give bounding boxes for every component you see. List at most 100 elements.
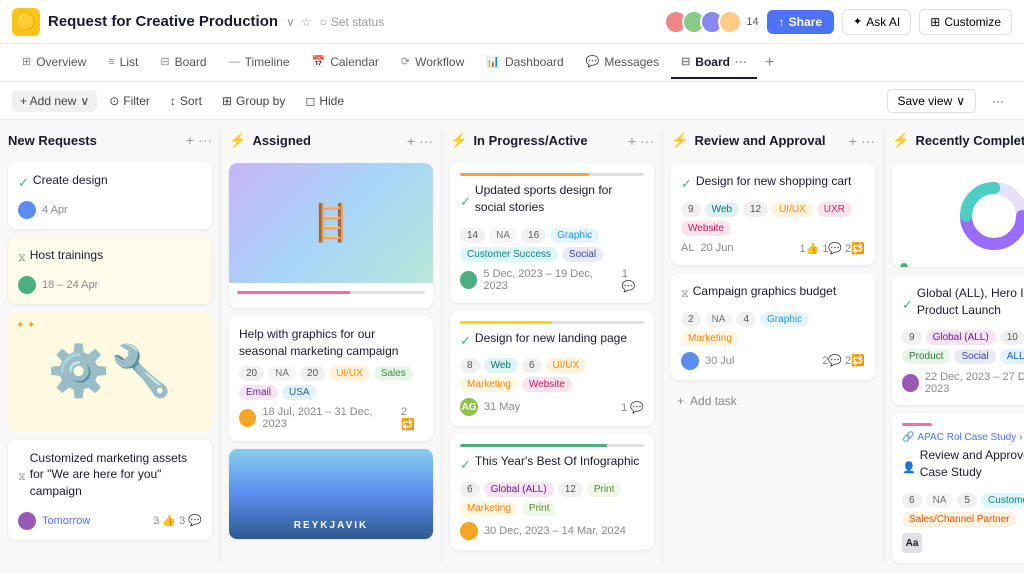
progress-bar	[237, 291, 425, 294]
tab-messages[interactable]: 💬 Messages	[576, 47, 669, 79]
add-task-button[interactable]: + Add task	[671, 388, 875, 414]
share-button[interactable]: ↑ Share	[767, 10, 834, 34]
card-apac-case-study[interactable]: 🔗 APAC Rol Case Study › 👤 Review and App…	[892, 413, 1024, 563]
more-col-icon[interactable]: ···	[640, 133, 654, 149]
add-tab-button[interactable]: +	[759, 48, 780, 78]
tab-list-label: List	[120, 55, 139, 69]
card-title: Create design	[33, 172, 108, 189]
add-new-button[interactable]: + Add new ∨	[12, 90, 97, 112]
card-date: 5 Dec, 2023 – 19 Dec, 2023	[483, 268, 615, 292]
messages-icon: 💬	[586, 55, 600, 68]
col-actions-in-progress[interactable]: + ···	[628, 133, 654, 149]
card-help-graphics[interactable]: Help with graphics for our seasonal mark…	[229, 316, 433, 441]
card-title: Help with graphics for our seasonal mark…	[239, 326, 423, 360]
card-updated-sports[interactable]: ✓ Updated sports design for social stori…	[450, 163, 654, 303]
card-date: 18 Jul, 2021 – 31 Dec, 2023	[262, 406, 395, 430]
share-label: Share	[789, 15, 822, 29]
card-campaign-graphics[interactable]: ⧖ Campaign graphics budget 2 NA 4 Graphi…	[671, 273, 875, 380]
add-card-icon[interactable]: +	[407, 133, 415, 149]
sort-icon: ↕	[170, 94, 176, 108]
tab-board[interactable]: ⊟ Board	[150, 47, 216, 79]
card-global-hero[interactable]: ✓ Global (ALL), Hero Image for Product L…	[892, 275, 1024, 406]
set-status[interactable]: ○ Set status	[320, 15, 385, 29]
add-card-icon[interactable]: +	[849, 133, 857, 149]
card-reactions: 1 💬	[621, 401, 644, 414]
chevron-down-icon[interactable]: ∨	[286, 15, 295, 29]
add-card-icon[interactable]: +	[186, 132, 194, 148]
tab-board-active-label: Board	[695, 55, 730, 69]
tab-list[interactable]: ≡ List	[98, 47, 148, 79]
tab-board-active[interactable]: ⊟ Board ···	[671, 47, 757, 79]
tag: Web	[484, 358, 518, 373]
more-col-icon[interactable]: ···	[861, 133, 875, 149]
col-title-new-requests: New Requests	[8, 133, 180, 148]
toolbar-left: + Add new ∨ ⊙ Filter ↕ Sort ⊞ Group by ◻…	[12, 90, 352, 112]
ask-ai-button[interactable]: ✦ Ask AI	[842, 9, 911, 35]
card-date: 20 Jun	[700, 242, 733, 254]
card-donut[interactable]	[892, 163, 1024, 267]
col-actions-assigned[interactable]: + ···	[407, 133, 433, 149]
check-icon: ✓	[460, 333, 471, 349]
sort-button[interactable]: ↕ Sort	[162, 90, 210, 112]
card-design-shopping[interactable]: ✓ Design for new shopping cart 9 Web 12 …	[671, 163, 875, 265]
column-review-approval: ⚡ Review and Approval + ··· ✓ Design for…	[663, 120, 883, 573]
card-create-design[interactable]: ✓ Create design 4 Apr	[8, 162, 212, 229]
col-actions-review[interactable]: + ···	[849, 133, 875, 149]
dashboard-icon: 📊	[486, 55, 500, 68]
card-link[interactable]: 🔗 APAC Rol Case Study ›	[902, 432, 1024, 443]
board-active-icon: ⊟	[681, 55, 690, 68]
card-meta: 22 Dec, 2023 – 27 Dec, 2023 3 💬	[902, 370, 1024, 395]
more-col-icon[interactable]: ···	[198, 132, 212, 148]
card-mountain[interactable]: REYKJAVIK	[229, 449, 433, 539]
filter-button[interactable]: ⊙ Filter	[101, 90, 158, 112]
save-view-button[interactable]: Save view ∨	[887, 89, 977, 113]
tag: UI/UX	[546, 358, 587, 373]
avatar: AG	[460, 398, 478, 416]
card-best-infographic[interactable]: ✓ This Year's Best Of Infographic 6 Glob…	[450, 434, 654, 550]
card-host-trainings[interactable]: ⧖ Host trainings 18 – 24 Apr	[8, 237, 212, 304]
tab-dashboard[interactable]: 📊 Dashboard	[476, 47, 573, 79]
tag: 2	[681, 312, 701, 327]
tag: Marketing	[460, 501, 518, 516]
tab-timeline[interactable]: — Timeline	[219, 47, 300, 79]
chevron-down-icon: ∨	[956, 94, 965, 108]
star-icon[interactable]: ☆	[301, 15, 312, 29]
progress-bar	[460, 173, 644, 176]
nav-tabs: ⊞ Overview ≡ List ⊟ Board — Timeline 📅 C…	[0, 44, 1024, 82]
tab-dashboard-label: Dashboard	[505, 55, 564, 69]
lightning-icon: ⚡	[671, 132, 688, 149]
filter-icon: ⊙	[109, 94, 119, 108]
tab-workflow-label: Workflow	[415, 55, 464, 69]
card-title: Global (ALL), Hero Image for Product Lau…	[917, 285, 1024, 319]
card-customized-marketing[interactable]: ⧖ Customized marketing assets for "We ar…	[8, 440, 212, 540]
group-by-button[interactable]: ⊞ Group by	[214, 90, 293, 112]
tag: 14	[460, 228, 485, 243]
card-design-landing[interactable]: ✓ Design for new landing page 8 Web 6 UI…	[450, 311, 654, 427]
tag: Global (ALL)	[926, 330, 996, 345]
card-meta: 5 Dec, 2023 – 19 Dec, 2023 1 💬	[460, 268, 644, 293]
tag: Web	[705, 202, 739, 217]
card-stairs[interactable]: 🪜	[229, 163, 433, 308]
chevron-icon: ∨	[80, 94, 89, 108]
tag: 16	[521, 228, 546, 243]
board-area: New Requests + ··· ✓ Create design 4 Apr…	[0, 120, 1024, 573]
customize-label: Customize	[944, 15, 1001, 29]
tag: ALL	[1000, 349, 1024, 364]
avatar-label: AL	[681, 242, 694, 254]
timeline-icon: —	[229, 56, 240, 68]
hide-button[interactable]: ◻ Hide	[297, 90, 352, 112]
col-actions-new-requests[interactable]: + ···	[186, 132, 212, 148]
more-col-icon[interactable]: ···	[419, 133, 433, 149]
add-task-icon: +	[677, 394, 684, 408]
lightning-icon: ⚡	[892, 132, 909, 149]
check-icon: ✓	[460, 457, 471, 473]
tag: 6	[522, 358, 542, 373]
customize-button[interactable]: ⊞ Customize	[919, 9, 1012, 35]
more-options-button[interactable]: ···	[984, 90, 1012, 112]
add-card-icon[interactable]: +	[628, 133, 636, 149]
col-header-assigned: ⚡ Assigned + ···	[229, 130, 433, 155]
tab-workflow[interactable]: ⟳ Workflow	[391, 47, 474, 79]
tab-overview[interactable]: ⊞ Overview	[12, 47, 96, 79]
tab-calendar[interactable]: 📅 Calendar	[302, 47, 389, 79]
highlight-bar	[902, 423, 932, 426]
